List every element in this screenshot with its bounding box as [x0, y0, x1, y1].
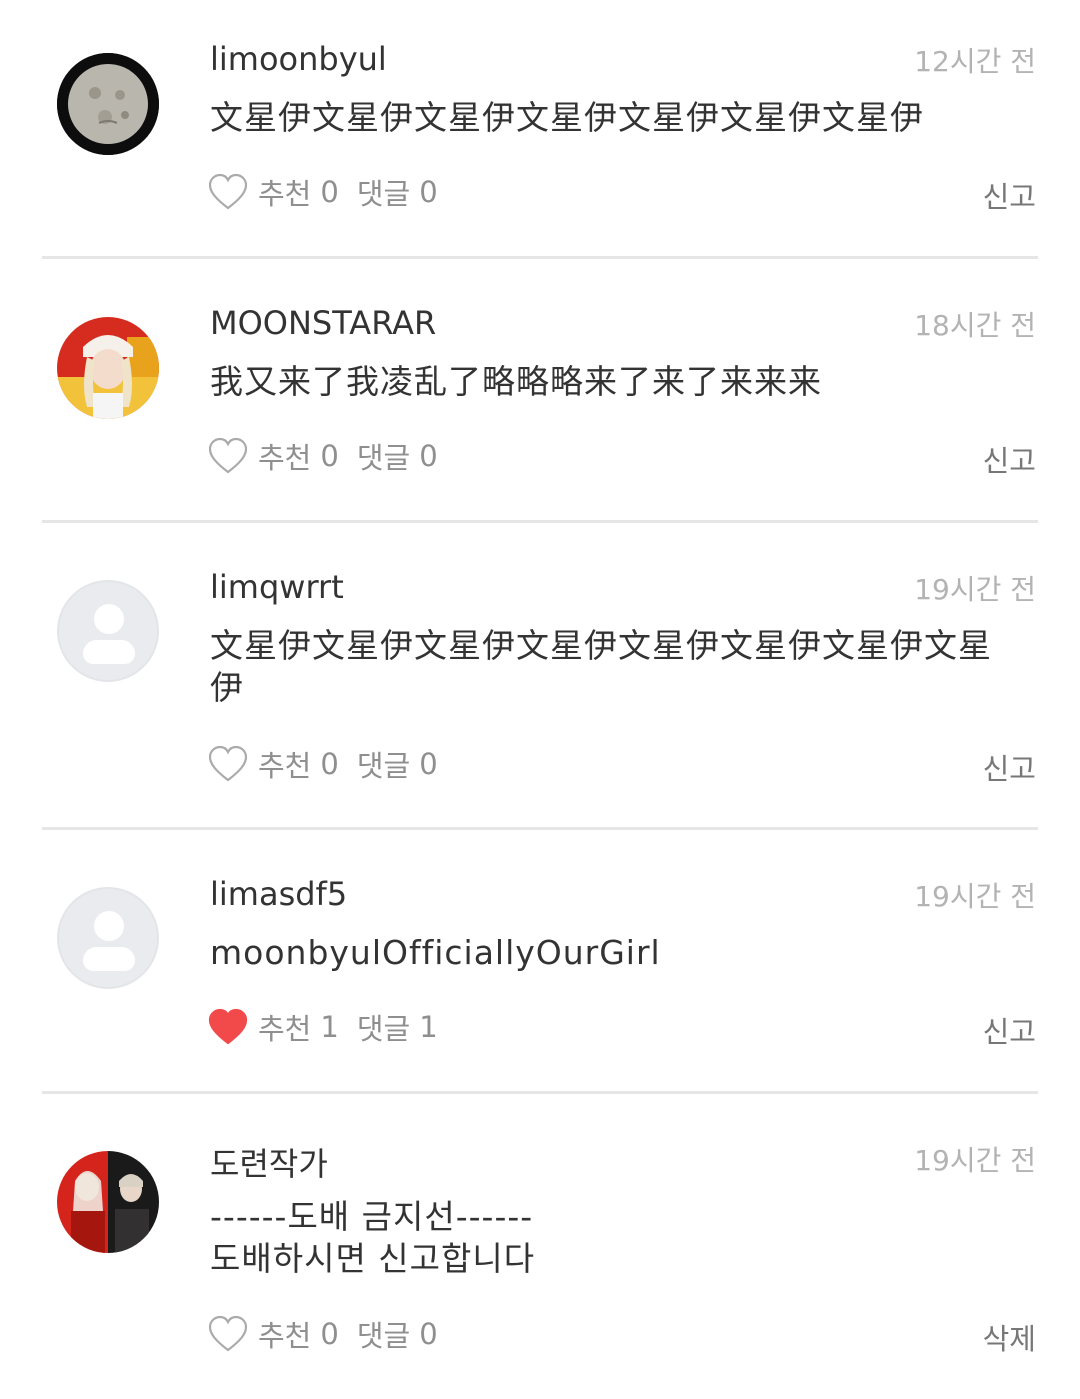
heart-icon[interactable] — [208, 1315, 248, 1353]
default-avatar[interactable] — [57, 887, 159, 989]
like-count: 0 — [320, 1317, 339, 1351]
heart-icon[interactable] — [208, 173, 248, 211]
like-label[interactable]: 추천 — [258, 1006, 311, 1048]
timestamp: 12시간 전 — [914, 45, 1036, 78]
comment-line: ------도배 금지선------ — [210, 1197, 534, 1236]
comment-line: 도배하시면 신고합니다 — [210, 1239, 536, 1278]
avatar[interactable] — [57, 317, 159, 419]
report-button[interactable]: 신고 — [983, 1009, 1036, 1051]
reply-count: 0 — [419, 1317, 438, 1351]
like-count: 0 — [320, 175, 339, 209]
reply-count: 0 — [419, 747, 438, 781]
avatar[interactable] — [57, 1151, 159, 1253]
comment-item: limoonbyul 12시간 전 文星伊文星伊文星伊文星伊文星伊文星伊文星伊 … — [0, 0, 1080, 260]
reply-label[interactable]: 댓글 — [357, 171, 410, 213]
timestamp: 19시간 전 — [914, 1144, 1036, 1177]
avatar[interactable] — [57, 53, 159, 155]
username[interactable]: limasdf5 — [210, 875, 347, 913]
comment-item: MOONSTARAR 18시간 전 我又来了我凌乱了略略略来了来了来来来 추천 … — [0, 264, 1080, 524]
comment-actions: 추천 1 댓글 1 — [208, 1007, 438, 1047]
person-icon-body — [83, 947, 135, 971]
comment-item: 도련작가 19시간 전 ------도배 금지선------ 도배하시면 신고합… — [0, 1099, 1080, 1399]
comment-text: ------도배 금지선------ 도배하시면 신고합니다 — [210, 1196, 1030, 1280]
divider — [42, 1091, 1038, 1094]
comment-text: 我又来了我凌乱了略略略来了来了来来来 — [210, 361, 1030, 403]
comment-text: 文星伊文星伊文星伊文星伊文星伊文星伊文星伊文星 伊 — [210, 625, 1030, 709]
reply-label[interactable]: 댓글 — [357, 1006, 410, 1048]
comment-line: 伊 — [210, 668, 244, 707]
like-label[interactable]: 추천 — [258, 435, 311, 477]
person-icon-head — [94, 604, 124, 634]
report-button[interactable]: 신고 — [983, 438, 1036, 480]
heart-icon[interactable] — [208, 745, 248, 783]
comment-line: 文星伊文星伊文星伊文星伊文星伊文星伊文星伊 — [210, 98, 924, 137]
comment-line: 我又来了我凌乱了略略略来了来了来来来 — [210, 362, 822, 401]
divider — [42, 827, 1038, 830]
user-avatar-image — [57, 1151, 159, 1253]
like-count: 0 — [320, 747, 339, 781]
default-avatar[interactable] — [57, 580, 159, 682]
reply-count: 0 — [419, 439, 438, 473]
like-label[interactable]: 추천 — [258, 1313, 311, 1355]
username[interactable]: limoonbyul — [210, 40, 387, 78]
heart-icon[interactable] — [208, 437, 248, 475]
comment-actions: 추천 0 댓글 0 — [208, 1314, 438, 1354]
divider — [42, 520, 1038, 523]
reply-count: 0 — [419, 175, 438, 209]
comment-text: moonbyulOfficiallyOurGirl — [210, 932, 1030, 974]
like-count: 1 — [320, 1010, 339, 1044]
reply-label[interactable]: 댓글 — [357, 743, 410, 785]
timestamp: 19시간 전 — [914, 880, 1036, 913]
comment-actions: 추천 0 댓글 0 — [208, 172, 438, 212]
like-count: 0 — [320, 439, 339, 473]
timestamp: 19시간 전 — [914, 573, 1036, 606]
heart-icon-filled[interactable] — [208, 1008, 248, 1046]
username[interactable]: MOONSTARAR — [210, 304, 436, 342]
reply-label[interactable]: 댓글 — [357, 435, 410, 477]
moon-avatar-image — [57, 53, 159, 155]
like-label[interactable]: 추천 — [258, 171, 311, 213]
reply-label[interactable]: 댓글 — [357, 1313, 410, 1355]
reply-count: 1 — [419, 1010, 438, 1044]
comment-line: moonbyulOfficiallyOurGirl — [210, 933, 661, 972]
divider — [42, 256, 1038, 259]
person-icon-head — [94, 911, 124, 941]
person-icon-body — [83, 640, 135, 664]
comment-actions: 추천 0 댓글 0 — [208, 744, 438, 784]
timestamp: 18시간 전 — [914, 309, 1036, 342]
user-avatar-image — [57, 317, 159, 419]
comment-item: limqwrrt 19시간 전 文星伊文星伊文星伊文星伊文星伊文星伊文星伊文星 … — [0, 528, 1080, 833]
comment-item: limasdf5 19시간 전 moonbyulOfficiallyOurGir… — [0, 835, 1080, 1097]
like-label[interactable]: 추천 — [258, 743, 311, 785]
comment-actions: 추천 0 댓글 0 — [208, 436, 438, 476]
comment-line: 文星伊文星伊文星伊文星伊文星伊文星伊文星伊文星 — [210, 626, 992, 665]
report-button[interactable]: 신고 — [983, 174, 1036, 216]
comment-text: 文星伊文星伊文星伊文星伊文星伊文星伊文星伊 — [210, 97, 1030, 139]
report-button[interactable]: 신고 — [983, 746, 1036, 788]
delete-button[interactable]: 삭제 — [983, 1316, 1036, 1358]
username[interactable]: limqwrrt — [210, 568, 344, 606]
username[interactable]: 도련작가 — [210, 1139, 328, 1185]
